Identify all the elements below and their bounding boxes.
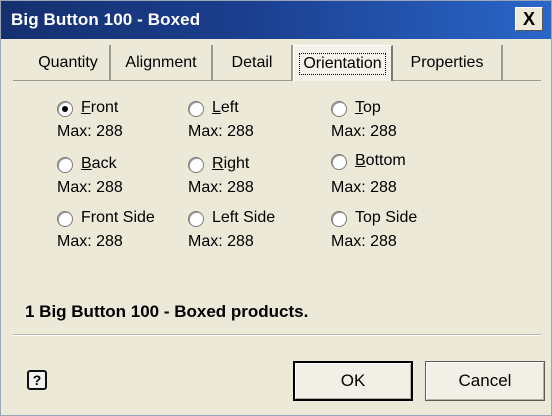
window-title: Big Button 100 - Boxed — [11, 10, 201, 29]
orientation-left[interactable]: Left Max: 288 — [188, 99, 328, 140]
front-side-radio[interactable] — [57, 211, 73, 227]
tab-orientation[interactable]: Orientation — [293, 45, 393, 81]
top-label: Top — [355, 99, 381, 116]
tab-label: Alignment — [125, 54, 197, 71]
tab-label: Detail — [231, 54, 273, 71]
top-side-radio[interactable] — [331, 211, 347, 227]
tab-quantity[interactable]: Quantity — [27, 45, 111, 81]
back-max: Max: 288 — [57, 179, 123, 196]
top-side-label: Top Side — [355, 209, 418, 226]
front-max: Max: 288 — [57, 123, 123, 140]
front-side-label: Front Side — [81, 209, 155, 226]
left-side-max: Max: 288 — [188, 233, 254, 250]
orientation-front[interactable]: Front Max: 288 — [57, 99, 197, 140]
product-dialog: Big Button 100 - Boxed X Quantity Alignm… — [0, 0, 552, 416]
close-button[interactable]: X — [515, 7, 543, 31]
left-radio[interactable] — [188, 101, 204, 117]
product-status-text: 1 Big Button 100 - Boxed products. — [25, 302, 309, 321]
tab-alignment[interactable]: Alignment — [111, 45, 213, 81]
orientation-right[interactable]: Right Max: 288 — [188, 155, 328, 196]
top-radio[interactable] — [331, 101, 347, 117]
back-label: Back — [81, 155, 117, 172]
orientation-top-side[interactable]: Top Side Max: 288 — [331, 209, 471, 250]
orientation-top[interactable]: Top Max: 288 — [331, 99, 471, 140]
right-label: Right — [212, 155, 250, 172]
orientation-panel: Front Max: 288 Left Max: 288 Top Max: 28… — [13, 80, 541, 332]
orientation-bottom[interactable]: Bottom Max: 288 — [331, 152, 471, 196]
top-max: Max: 288 — [331, 123, 397, 140]
orientation-front-side[interactable]: Front Side Max: 288 — [57, 209, 197, 250]
bottom-label: Bottom — [355, 152, 406, 169]
bottom-max: Max: 288 — [331, 179, 397, 196]
tab-properties[interactable]: Properties — [393, 45, 503, 81]
orientation-left-side[interactable]: Left Side Max: 288 — [188, 209, 328, 250]
tab-detail[interactable]: Detail — [213, 45, 293, 81]
tab-label: Properties — [410, 54, 484, 71]
front-label: Front — [81, 99, 119, 116]
help-button[interactable]: ? — [27, 370, 47, 390]
left-label: Left — [212, 99, 239, 116]
front-side-max: Max: 288 — [57, 233, 123, 250]
help-icon: ? — [32, 372, 42, 388]
bottom-radio[interactable] — [331, 154, 347, 170]
right-radio[interactable] — [188, 157, 204, 173]
orientation-back[interactable]: Back Max: 288 — [57, 155, 197, 196]
title-bar: Big Button 100 - Boxed X — [1, 1, 551, 39]
cancel-button[interactable]: Cancel — [425, 361, 545, 401]
front-radio[interactable] — [57, 101, 73, 117]
right-max: Max: 288 — [188, 179, 254, 196]
footer-separator — [13, 334, 541, 336]
left-side-radio[interactable] — [188, 211, 204, 227]
tab-label: Quantity — [38, 54, 98, 71]
top-side-max: Max: 288 — [331, 233, 397, 250]
left-side-label: Left Side — [212, 209, 276, 226]
tab-label: Orientation — [299, 52, 386, 75]
close-icon: X — [522, 9, 535, 29]
left-max: Max: 288 — [188, 123, 254, 140]
ok-button[interactable]: OK — [293, 361, 413, 401]
back-radio[interactable] — [57, 157, 73, 173]
